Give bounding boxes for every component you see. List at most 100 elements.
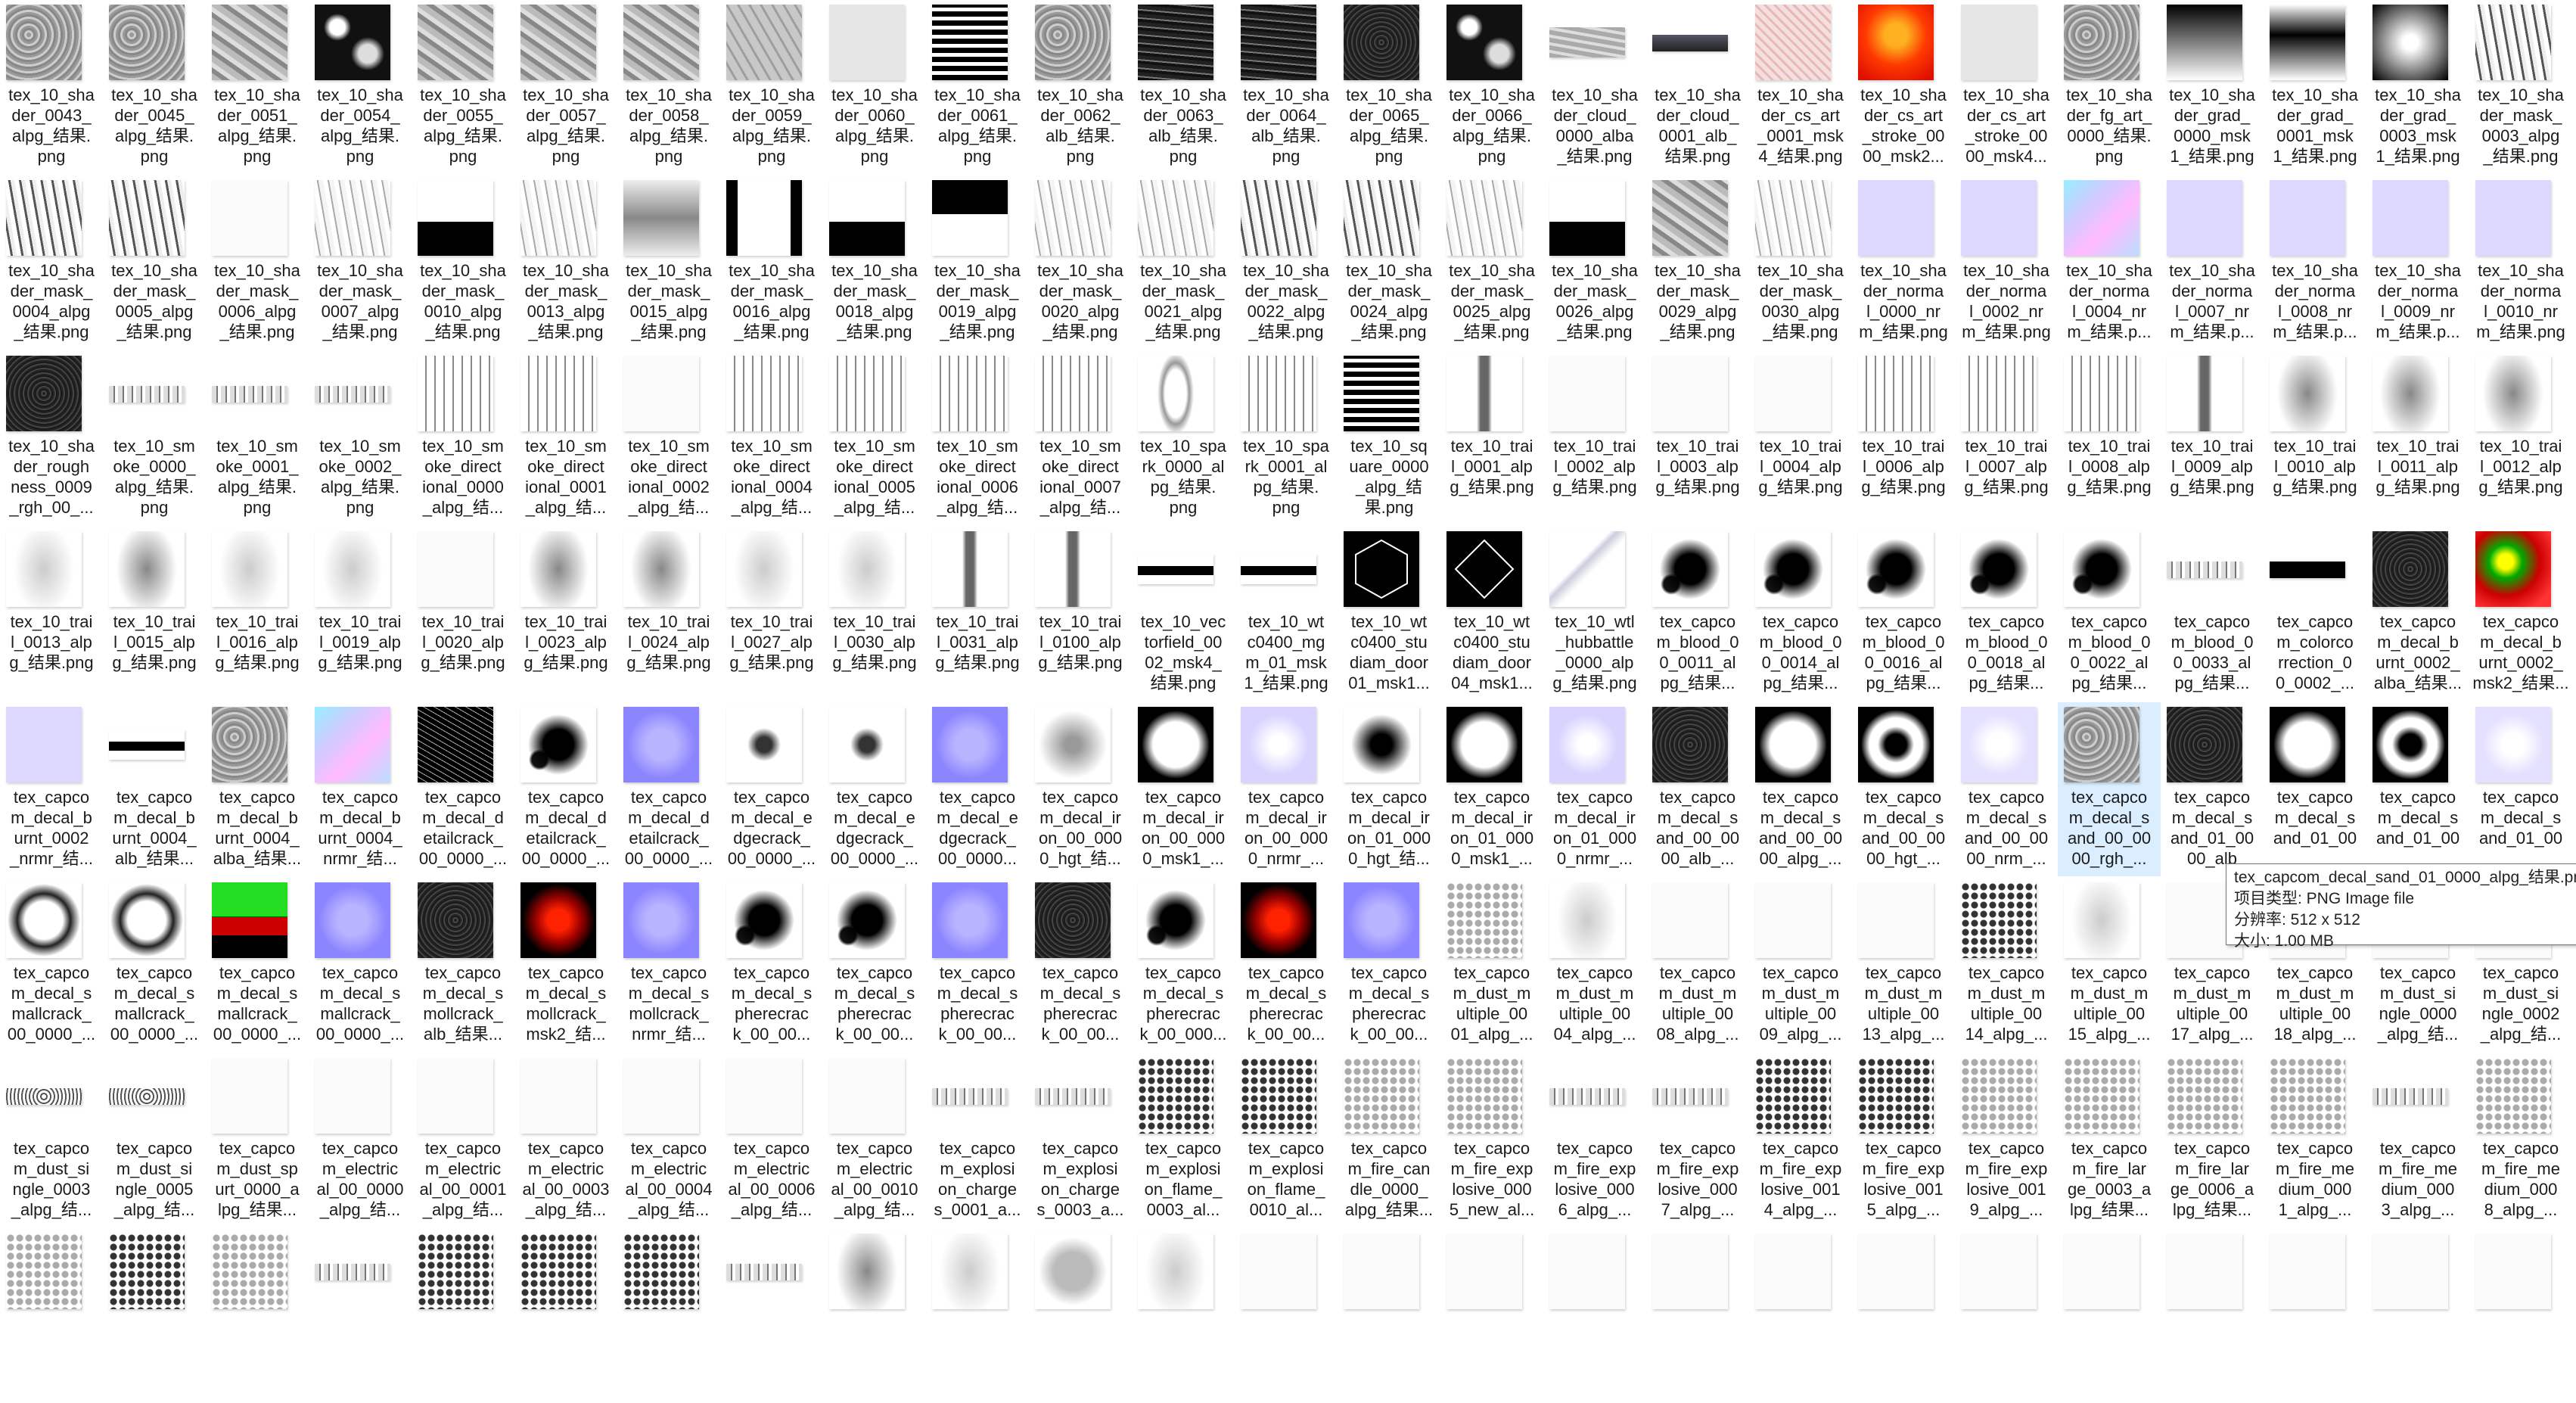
file-item[interactable] (823, 1229, 926, 1403)
file-item[interactable]: tex_capco m_fire_exp losive_001 9_alpg_... (1955, 1053, 2058, 1227)
file-item[interactable]: tex_10_spa rk_0000_al pg_结果. png (1132, 351, 1235, 525)
file-item[interactable]: tex_capco m_decal_ir on_01_000 0_nrmr_... (1543, 702, 1646, 876)
file-item[interactable]: tex_capco m_explosi on_charge s_0003_a... (1029, 1053, 1132, 1227)
file-item[interactable]: tex_capco m_decal_b urnt_0004_ alb_结果... (103, 702, 206, 876)
file-item[interactable]: tex_10_trai l_0004_alp g_结果.png (1749, 351, 1852, 525)
file-item[interactable]: tex_10_sha der_cs_art _stroke_00 00_msk2... (1852, 0, 1955, 174)
file-item[interactable]: tex_10_sm oke_direct ional_0007 _alpg_结... (1029, 351, 1132, 525)
file-item[interactable]: tex_capco m_explosi on_charge s_0001_a... (926, 1053, 1029, 1227)
file-item[interactable] (1955, 1229, 2058, 1403)
file-item[interactable]: tex_capco m_electric al_00_0001 _alpg_结... (412, 1053, 514, 1227)
file-item[interactable]: tex_10_sha der_mask_ 0005_alpg _结果.png (103, 176, 206, 350)
file-item[interactable]: tex_10_sha der_mask_ 0029_alpg _结果.png (1646, 176, 1749, 350)
file-item[interactable]: tex_10_sha der_grad_ 0003_msk 1_结果.png (2366, 0, 2469, 174)
file-item[interactable]: tex_capco m_blood_0 0_0022_al pg_结果... (2058, 527, 2161, 701)
file-item[interactable]: tex_10_sha der_mask_ 0007_alpg _结果.png (309, 176, 412, 350)
file-item[interactable]: tex_10_trai l_0009_alp g_结果.png (2161, 351, 2264, 525)
file-item[interactable] (309, 1229, 412, 1403)
file-item[interactable]: tex_10_sha der_mask_ 0020_alpg _结果.png (1029, 176, 1132, 350)
file-item[interactable] (1749, 1229, 1852, 1403)
file-item[interactable] (0, 1229, 103, 1403)
file-item[interactable]: tex_capco m_fire_can dle_0000_ alpg_结果... (1338, 1053, 1440, 1227)
file-item[interactable]: tex_capco m_decal_s and_00_00 00_alpg_... (1749, 702, 1852, 876)
file-item[interactable]: tex_capco m_decal_s pherecrac k_00_00... (926, 878, 1029, 1052)
file-item[interactable]: tex_capco m_fire_exp losive_000 7_alpg_... (1646, 1053, 1749, 1227)
file-item[interactable]: tex_10_trai l_0002_alp g_结果.png (1543, 351, 1646, 525)
file-item[interactable]: tex_capco m_decal_b urnt_0002 _nrmr_结... (0, 702, 103, 876)
file-item[interactable]: tex_capco m_decal_s and_01_00 00_alb (2161, 702, 2264, 876)
file-item[interactable]: tex_capco m_decal_ir on_01_000 0_hgt_结... (1338, 702, 1440, 876)
file-item[interactable]: tex_capco m_decal_e dgecrack_ 00_0000_... (720, 702, 823, 876)
file-item[interactable]: tex_capco m_decal_b urnt_0002_ msk2_结果... (2469, 527, 2572, 701)
file-item[interactable]: tex_10_trai l_0030_alp g_结果.png (823, 527, 926, 701)
file-item[interactable]: tex_10_trai l_0008_alp g_结果.png (2058, 351, 2161, 525)
file-item[interactable]: tex_capco m_dust_m ultiple_00 04_alpg_... (1543, 878, 1646, 1052)
file-item[interactable]: tex_10_trai l_0001_alp g_结果.png (1440, 351, 1543, 525)
file-item[interactable]: tex_capco m_decal_s pherecrac k_00_00... (1029, 878, 1132, 1052)
file-item[interactable]: tex_10_sha der_0059_ alpg_结果. png (720, 0, 823, 174)
file-item[interactable]: tex_10_sha der_mask_ 0025_alpg _结果.png (1440, 176, 1543, 350)
file-item[interactable]: tex_10_sha der_mask_ 0024_alpg _结果.png (1338, 176, 1440, 350)
file-item[interactable]: tex_capco m_decal_s and_00_00 00_hgt_... (1852, 702, 1955, 876)
file-item[interactable]: tex_capco m_fire_lar ge_0006_a lpg_结果... (2161, 1053, 2264, 1227)
file-item[interactable]: tex_capco m_decal_b urnt_0004_ nrmr_结... (309, 702, 412, 876)
file-item[interactable]: tex_capco m_decal_b urnt_0002_ alba_结果... (2366, 527, 2469, 701)
file-item[interactable] (1132, 1229, 1235, 1403)
file-item[interactable]: tex_10_sha der_mask_ 0003_alpg _结果.png (2469, 0, 2572, 174)
file-item[interactable] (1543, 1229, 1646, 1403)
file-item[interactable]: tex_capco m_decal_s mallcrack_ 00_0000_... (309, 878, 412, 1052)
file-item[interactable]: tex_capco m_decal_ir on_00_000 0_nrmr_... (1235, 702, 1338, 876)
file-item[interactable]: tex_capco m_decal_e dgecrack_ 00_0000_... (823, 702, 926, 876)
file-item[interactable]: tex_10_wtl _hubbattle _0000_alp g_结果.png (1543, 527, 1646, 701)
file-item[interactable]: tex_capco m_decal_s pherecrac k_00_00... (823, 878, 926, 1052)
file-item[interactable]: tex_10_trai l_0007_alp g_结果.png (1955, 351, 2058, 525)
file-item[interactable]: tex_10_sha der_0055_ alpg_结果. png (412, 0, 514, 174)
file-item[interactable]: tex_capco m_decal_s mallcrack_ 00_0000_... (206, 878, 309, 1052)
file-item[interactable]: tex_capco m_decal_d etailcrack_ 00_0000_... (514, 702, 617, 876)
file-item[interactable]: tex_capco m_decal_s pherecrac k_00_00... (1235, 878, 1338, 1052)
file-item[interactable]: tex_10_trai l_0016_alp g_结果.png (206, 527, 309, 701)
file-item[interactable]: tex_10_sha der_cloud_ 0001_alb_ 结果.png (1646, 0, 1749, 174)
file-item[interactable]: tex_10_sha der_norma l_0008_nr m_结果.p... (2264, 176, 2366, 350)
file-item[interactable]: tex_capco m_fire_exp losive_000 5_new_al... (1440, 1053, 1543, 1227)
file-item[interactable]: tex_10_sha der_0064_ alb_结果. png (1235, 0, 1338, 174)
file-item[interactable]: tex_10_sm oke_direct ional_0001 _alpg_结... (514, 351, 617, 525)
file-item[interactable]: tex_capco m_dust_si ngle_0005 _alpg_结... (103, 1053, 206, 1227)
file-item[interactable]: tex_capco m_decal_ir on_01_000 0_msk1_... (1440, 702, 1543, 876)
file-item[interactable]: tex_capco m_colorco rrection_0 0_0002_... (2264, 527, 2366, 701)
file-item[interactable]: tex_capco m_fire_lar ge_0003_a lpg_结果... (2058, 1053, 2161, 1227)
file-item[interactable]: tex_capco m_decal_s and_00_00 00_alb_... (1646, 702, 1749, 876)
file-item[interactable]: tex_10_sha der_mask_ 0010_alpg _结果.png (412, 176, 514, 350)
file-item[interactable]: tex_10_trai l_0012_alp g_结果.png (2469, 351, 2572, 525)
file-item[interactable]: tex_capco m_dust_m ultiple_00 08_alpg_... (1646, 878, 1749, 1052)
file-item[interactable]: tex_capco m_decal_e dgecrack_ 00_0000... (926, 702, 1029, 876)
file-item[interactable]: tex_10_sha der_mask_ 0019_alpg _结果.png (926, 176, 1029, 350)
file-item[interactable]: tex_10_sm oke_0002_ alpg_结果. png (309, 351, 412, 525)
file-item[interactable]: tex_10_trai l_0015_alp g_结果.png (103, 527, 206, 701)
file-item[interactable]: tex_10_trai l_0027_alp g_结果.png (720, 527, 823, 701)
file-item[interactable]: tex_capco m_decal_d etailcrack_ 00_0000_... (617, 702, 720, 876)
file-item[interactable]: tex_capco m_decal_s and_01_00 (2264, 702, 2366, 876)
file-item[interactable]: tex_10_sha der_mask_ 0016_alpg _结果.png (720, 176, 823, 350)
file-item[interactable]: tex_10_sha der_norma l_0002_nr m_结果.png (1955, 176, 2058, 350)
file-item[interactable]: tex_10_sm oke_0000_ alpg_结果. png (103, 351, 206, 525)
file-item[interactable]: tex_capco m_decal_s and_00_00 00_rgh_... (2058, 702, 2161, 876)
file-item[interactable]: tex_10_sha der_mask_ 0006_alpg _结果.png (206, 176, 309, 350)
file-item[interactable]: tex_10_sha der_0043_ alpg_结果. png (0, 0, 103, 174)
file-item[interactable]: tex_capco m_fire_exp losive_001 4_alpg_... (1749, 1053, 1852, 1227)
file-item[interactable]: tex_capco m_decal_s pherecrac k_00_00... (720, 878, 823, 1052)
file-item[interactable]: tex_capco m_fire_me dium_000 3_alpg_... (2366, 1053, 2469, 1227)
file-item[interactable]: tex_10_spa rk_0001_al pg_结果. png (1235, 351, 1338, 525)
file-item[interactable]: tex_10_sm oke_direct ional_0006 _alpg_结... (926, 351, 1029, 525)
file-item[interactable]: tex_capco m_decal_s mollcrack_ msk2_结... (514, 878, 617, 1052)
file-item[interactable]: tex_capco m_fire_me dium_000 1_alpg_... (2264, 1053, 2366, 1227)
file-item[interactable] (926, 1229, 1029, 1403)
file-item[interactable] (2161, 1229, 2264, 1403)
file-item[interactable]: tex_10_trai l_0010_alp g_结果.png (2264, 351, 2366, 525)
file-item[interactable]: tex_10_sha der_mask_ 0022_alpg _结果.png (1235, 176, 1338, 350)
file-item[interactable]: tex_10_sha der_0058_ alpg_结果. png (617, 0, 720, 174)
file-item[interactable]: tex_capco m_fire_me dium_000 8_alpg_... (2469, 1053, 2572, 1227)
file-item[interactable]: tex_capco m_electric al_00_0004 _alpg_结... (617, 1053, 720, 1227)
file-item[interactable]: tex_capco m_fire_exp losive_000 6_alpg_... (1543, 1053, 1646, 1227)
file-item[interactable]: tex_capco m_decal_ir on_00_000 0_msk1_... (1132, 702, 1235, 876)
